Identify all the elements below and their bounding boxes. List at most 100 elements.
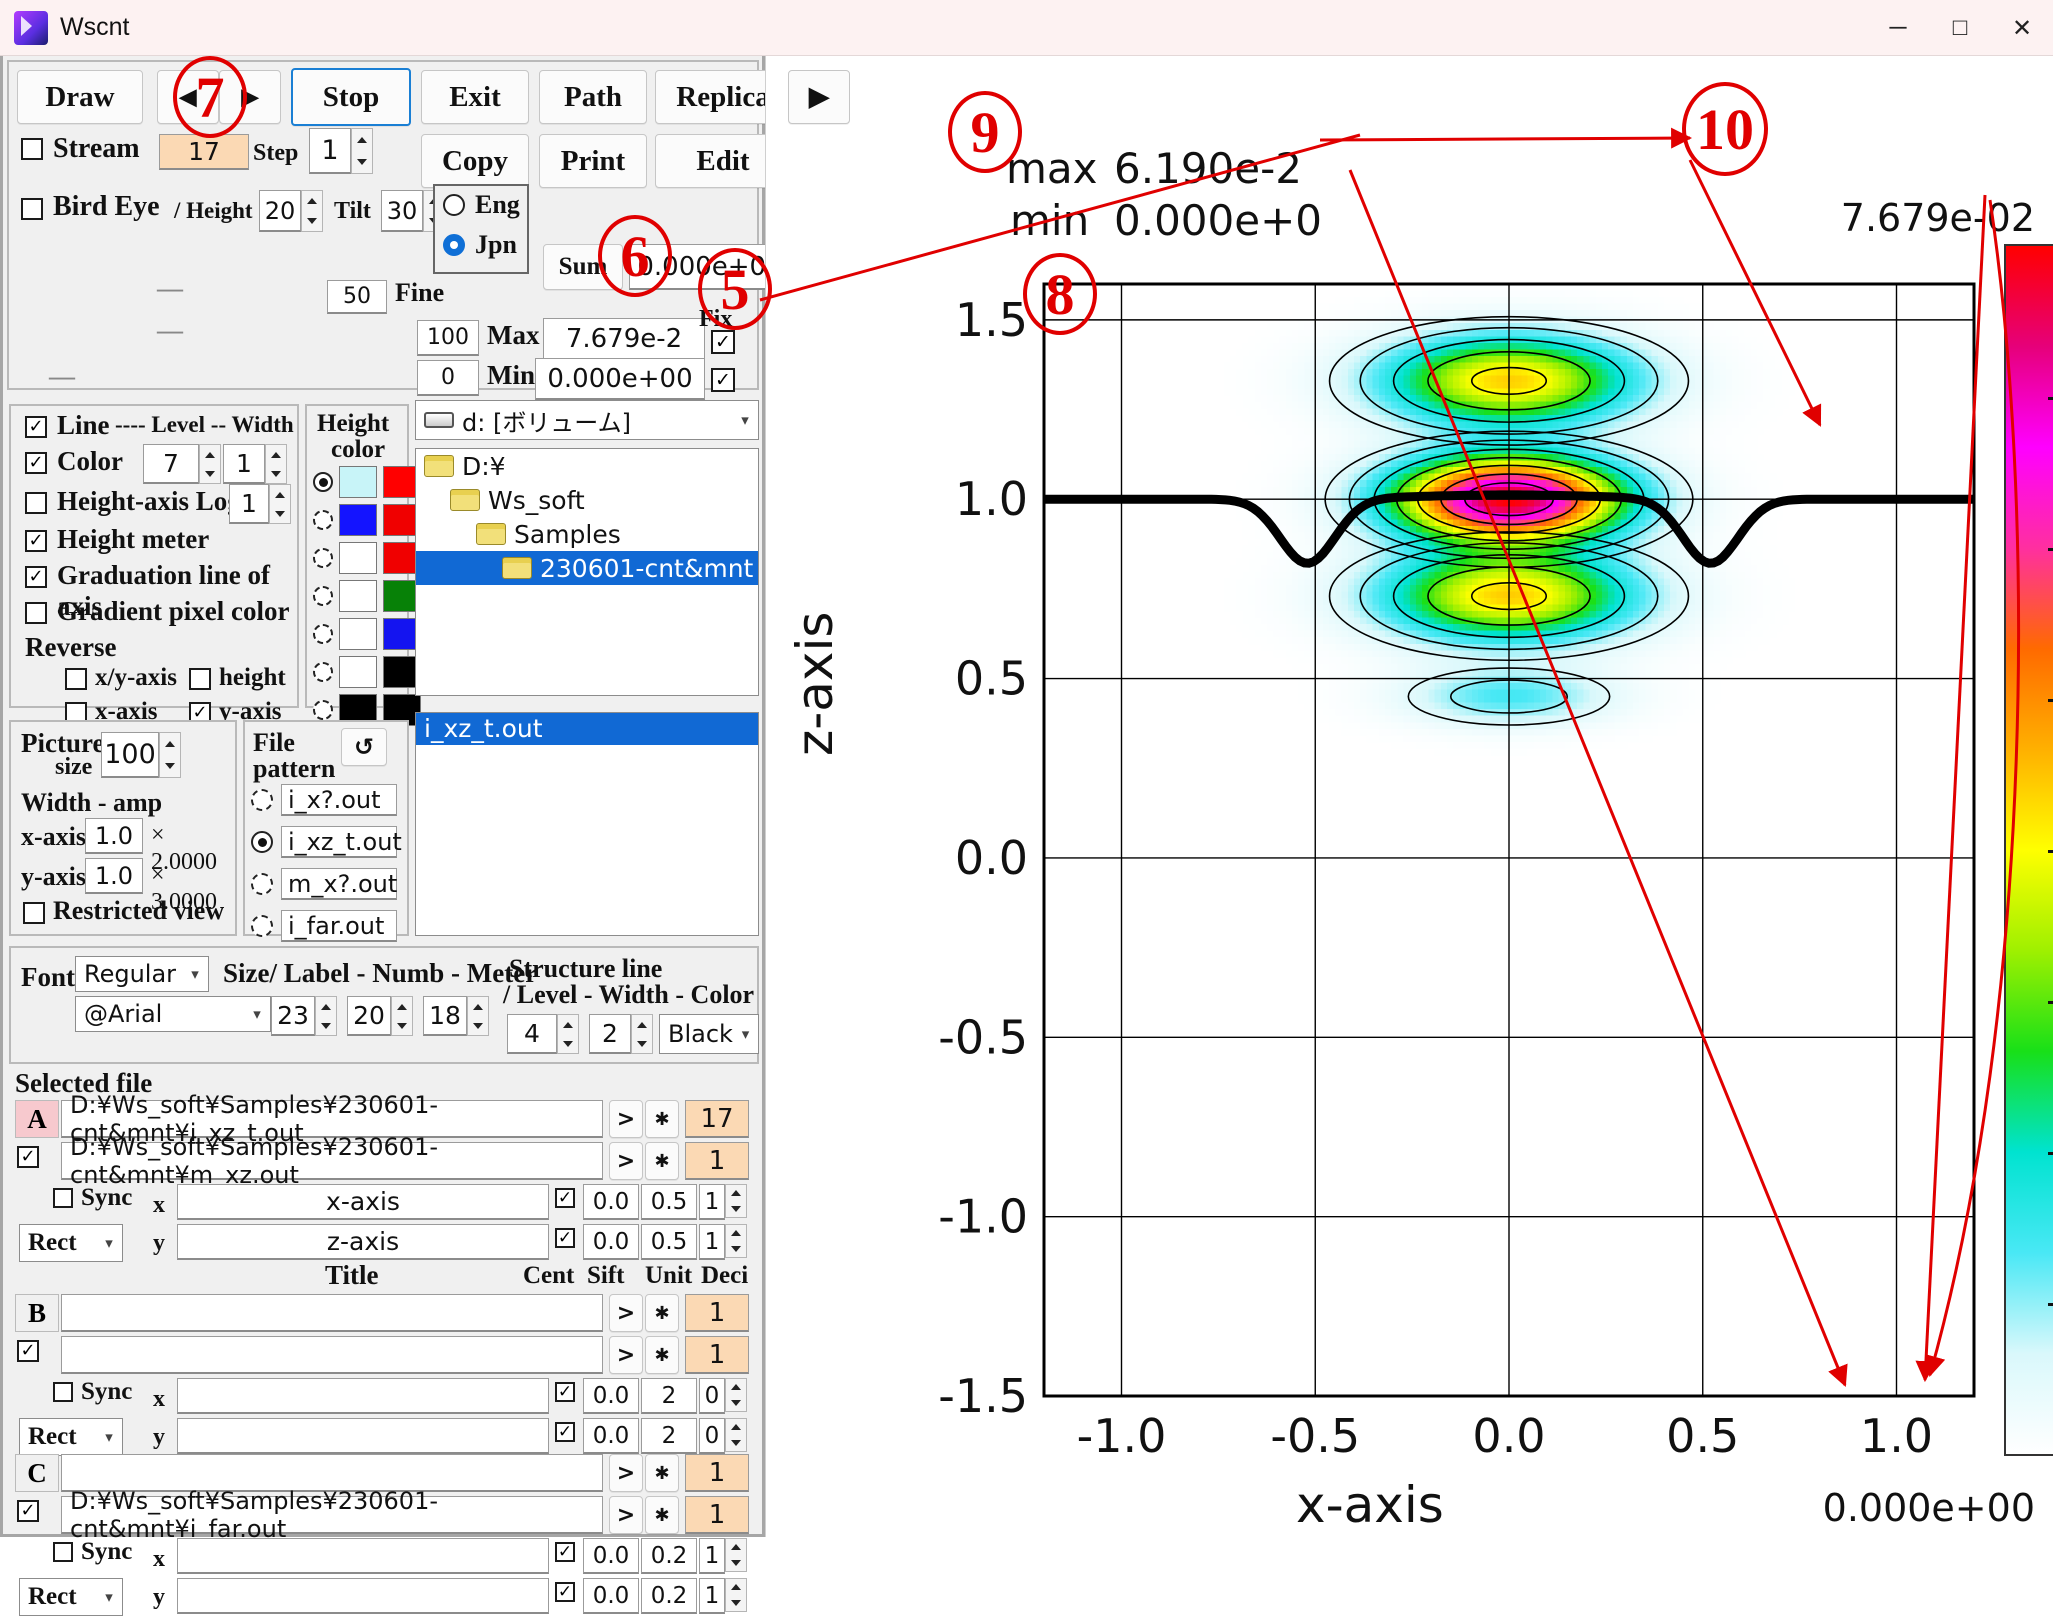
struct-level-field[interactable]: 4 — [507, 1014, 557, 1054]
labelsize-spin-up[interactable] — [316, 997, 336, 1016]
y-deci-field[interactable]: 0 — [699, 1418, 725, 1454]
group-tag[interactable]: C — [15, 1454, 59, 1492]
hlog-spin-up[interactable] — [270, 485, 290, 504]
label-size-stepper[interactable]: 23 — [271, 996, 337, 1036]
font-family-chevron-down-icon[interactable]: ▾ — [244, 1005, 270, 1023]
color-level-field[interactable]: 7 — [143, 444, 199, 484]
exit-button[interactable]: Exit — [421, 70, 529, 124]
struct-level-stepper[interactable]: 4 — [507, 1014, 579, 1054]
height-color-row[interactable] — [313, 466, 421, 498]
x-deci-field[interactable]: 0 — [699, 1378, 725, 1414]
height-color-radio[interactable] — [313, 700, 333, 720]
structwidth-spin-down[interactable] — [632, 1034, 652, 1053]
numbsize-spin-up[interactable] — [392, 997, 412, 1016]
stream-value-field[interactable]: 17 — [159, 134, 249, 170]
height-color-swatch-left[interactable] — [339, 542, 377, 574]
x-deci-spinner-down[interactable] — [726, 1201, 746, 1217]
x-cent-checkbox[interactable]: ✓ — [555, 1382, 575, 1402]
group-b-star-button[interactable]: ✱ — [645, 1336, 679, 1374]
height-stepper[interactable]: 20 — [259, 190, 323, 232]
step-spin-up[interactable] — [352, 129, 372, 151]
x-deci-spinner[interactable] — [725, 1184, 747, 1218]
group-a-browse-button[interactable]: > — [609, 1454, 643, 1492]
y-cent-field[interactable]: 0.0 — [583, 1224, 639, 1260]
x-sift-field[interactable]: 2 — [641, 1378, 697, 1414]
slider-track-1[interactable]: — — [157, 274, 183, 304]
height-color-radio[interactable] — [313, 662, 333, 682]
stream-checkbox[interactable] — [21, 138, 43, 160]
metersize-spin-down[interactable] — [468, 1016, 488, 1035]
y-deci-stepper[interactable]: 1 — [699, 1578, 747, 1614]
step-spinner[interactable] — [351, 128, 373, 174]
color-width-spin-up[interactable] — [266, 445, 286, 464]
structwidth-spin-up[interactable] — [632, 1015, 652, 1034]
sync-checkbox[interactable] — [53, 1382, 73, 1402]
group-b-count[interactable]: 1 — [685, 1336, 749, 1374]
group-a-browse-button[interactable]: > — [609, 1100, 643, 1138]
refresh-button[interactable]: ↺ — [341, 728, 387, 766]
height-axis-log-checkbox[interactable] — [25, 492, 47, 514]
tilt-value-field[interactable]: 30 — [381, 190, 423, 232]
min-value-field[interactable]: 0.000e+00 — [535, 358, 705, 400]
group-enable-checkbox[interactable]: ✓ — [17, 1146, 39, 1168]
struct-color-chevron-down-icon[interactable]: ▾ — [733, 1025, 758, 1043]
step-spin-down[interactable] — [352, 151, 372, 173]
struct-width-field[interactable]: 2 — [589, 1014, 631, 1054]
y-deci-spinner-down[interactable] — [726, 1595, 746, 1611]
metersize-spin-up[interactable] — [468, 997, 488, 1016]
picture-size-spinner[interactable] — [159, 732, 181, 778]
x-deci-stepper[interactable]: 1 — [699, 1184, 747, 1220]
color-checkbox[interactable]: ✓ — [25, 452, 47, 474]
height-color-row[interactable] — [313, 656, 421, 688]
color-width-spinner[interactable] — [265, 444, 287, 484]
file-list-item[interactable]: i_xz_t.out — [416, 713, 758, 745]
y-axis-amp-field[interactable]: 1.0 — [85, 858, 143, 894]
height-color-radio[interactable] — [313, 586, 333, 606]
x-title-field[interactable]: x-axis — [177, 1184, 549, 1220]
tree-node[interactable]: D:¥ — [416, 449, 758, 483]
x-deci-field[interactable]: 1 — [699, 1184, 725, 1220]
color-width-stepper[interactable]: 1 — [223, 444, 287, 484]
font-style-chevron-down-icon[interactable]: ▾ — [182, 965, 208, 983]
picsize-spin-up[interactable] — [160, 733, 180, 755]
y-deci-spinner[interactable] — [725, 1578, 747, 1612]
shape-select[interactable]: Rect▾ — [19, 1224, 123, 1262]
draw-button[interactable]: Draw — [17, 70, 143, 124]
y-sift-field[interactable]: 0.5 — [641, 1224, 697, 1260]
group-a-count[interactable]: 1 — [685, 1294, 749, 1332]
group-path-b[interactable]: D:¥Ws_soft¥Samples¥230601-cnt&mnt¥m_xz.o… — [61, 1142, 603, 1180]
x-title-field[interactable] — [177, 1378, 549, 1414]
y-deci-spinner-up[interactable] — [726, 1419, 746, 1435]
scale-max-field[interactable]: 100 — [417, 320, 479, 356]
shape-select[interactable]: Rect▾ — [19, 1578, 123, 1616]
label-size-field[interactable]: 23 — [271, 996, 315, 1036]
height-spinner[interactable] — [301, 190, 323, 232]
group-b-browse-button[interactable]: > — [609, 1336, 643, 1374]
close-button[interactable]: ✕ — [1991, 0, 2053, 56]
numb-size-field[interactable]: 20 — [347, 996, 391, 1036]
x-deci-spinner-up[interactable] — [726, 1379, 746, 1395]
color-width-spin-down[interactable] — [266, 464, 286, 483]
x-cent-field[interactable]: 0.0 — [583, 1378, 639, 1414]
x-deci-field[interactable]: 1 — [699, 1538, 725, 1574]
group-a-count[interactable]: 17 — [685, 1100, 749, 1138]
y-title-field[interactable] — [177, 1418, 549, 1454]
label-size-spinner[interactable] — [315, 996, 337, 1036]
stop-button[interactable]: Stop — [291, 68, 411, 126]
x-cent-checkbox[interactable]: ✓ — [555, 1542, 575, 1562]
height-color-radio[interactable] — [313, 624, 333, 644]
x-axis-amp-field[interactable]: 1.0 — [85, 818, 143, 854]
hlog-spin-down[interactable] — [270, 504, 290, 523]
struct-width-spinner[interactable] — [631, 1014, 653, 1054]
y-cent-checkbox[interactable]: ✓ — [555, 1582, 575, 1602]
height-color-row[interactable] — [313, 504, 421, 536]
birdeye-checkbox[interactable] — [21, 198, 43, 220]
meter-size-stepper[interactable]: 18 — [423, 996, 489, 1036]
color-level-spin-down[interactable] — [200, 464, 220, 483]
x-deci-spinner-up[interactable] — [726, 1185, 746, 1201]
y-deci-field[interactable]: 1 — [699, 1224, 725, 1260]
shape-chevron-down-icon[interactable]: ▾ — [96, 1588, 122, 1606]
sync-checkbox[interactable] — [53, 1542, 73, 1562]
y-sift-field[interactable]: 0.2 — [641, 1578, 697, 1614]
path-button[interactable]: Path — [539, 70, 647, 124]
